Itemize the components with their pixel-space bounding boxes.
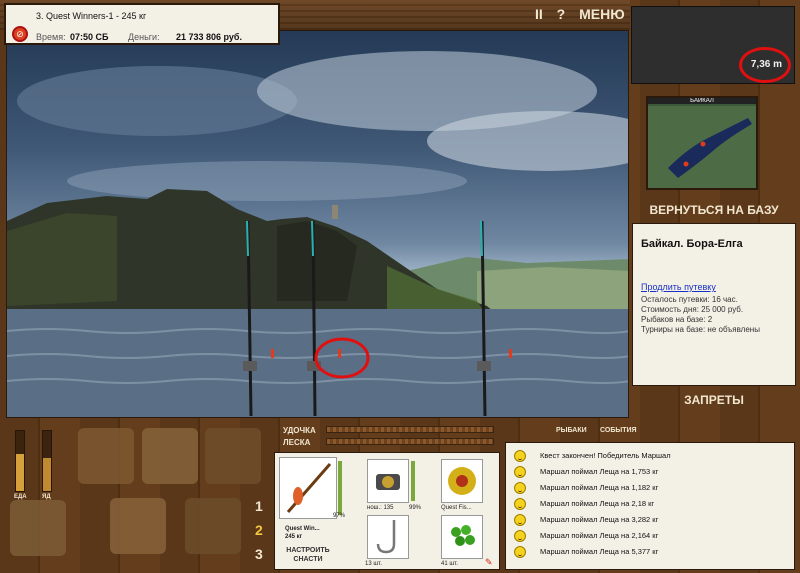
gear-panel: 97% Quest Win... 245 кг НАСТРОИТЬ СНАСТИ… (274, 452, 500, 570)
slot-1-button[interactable]: 1 (255, 498, 263, 514)
smiley-icon (514, 530, 526, 542)
event-item: Маршал поймал Леща на 2,164 кг (514, 528, 792, 543)
event-text: Маршал поймал Леща на 1,753 кг (540, 467, 659, 476)
rod-tension-bar (326, 426, 494, 433)
tournament-title[interactable]: 3. Quest Winners-1 - 245 кг (36, 11, 146, 21)
fishers-on-base: Рыбаков на базе: 2 (641, 315, 713, 324)
float-2 (338, 349, 341, 358)
food-gauge-fill (16, 453, 24, 491)
smiley-icon (514, 482, 526, 494)
base-tournaments: Турниры на базе: не объявлены (641, 325, 760, 334)
backpack-icon[interactable] (142, 428, 198, 484)
reel-condition-bar (411, 461, 415, 501)
rod-condition-bar (338, 461, 342, 515)
tackle-box-icon[interactable] (78, 428, 134, 484)
line-tension-bar (326, 438, 494, 445)
setup-tackle-button[interactable]: НАСТРОИТЬ СНАСТИ (279, 546, 337, 564)
bait-caption: 41 шт. (441, 561, 458, 567)
cast-distance: 7,36 m (750, 59, 782, 70)
reel-slot[interactable] (367, 459, 409, 503)
bait-slot[interactable] (441, 515, 483, 559)
event-item: Маршал поймал Леща на 2,18 кг (514, 496, 792, 511)
event-text: Маршал поймал Леща на 3,282 кг (540, 515, 659, 524)
line-spool-icon (448, 467, 476, 495)
smiley-icon (514, 546, 526, 558)
time-value: 07:50 СБ (70, 32, 109, 42)
smiley-icon (514, 450, 526, 462)
trip-left: Осталось путевки: 16 час. (641, 295, 738, 304)
day-cost: Стоимость дня: 25 000 руб. (641, 305, 744, 314)
map-graphic (648, 106, 756, 188)
extend-trip-link[interactable]: Продлить путевку (641, 282, 716, 292)
peas-bait-icon (451, 525, 475, 546)
event-text: Маршал поймал Леща на 2,164 кг (540, 531, 659, 540)
slot-2-button[interactable]: 2 (255, 522, 263, 538)
event-text: Маршал поймал Леща на 1,182 кг (540, 483, 659, 492)
hook-icon (376, 520, 396, 554)
reel-caption: нош.: 135 (367, 505, 394, 511)
money-label: Деньги: (128, 32, 160, 42)
hook-caption: 13 шт. (365, 561, 382, 567)
line-caption: Quest Fis... (441, 505, 472, 511)
hook-slot[interactable] (367, 515, 409, 559)
base-info-panel: Байкал. Бора-Елга Продлить путевку Остал… (632, 223, 796, 386)
menu-button[interactable]: МЕНЮ (579, 6, 625, 22)
lake-map[interactable]: БАЙКАЛ (646, 96, 758, 190)
time-label: Время: (36, 32, 66, 42)
event-text: Маршал поймал Леща на 2,18 кг (540, 499, 655, 508)
bans-button[interactable]: ЗАПРЕТЫ (632, 389, 796, 411)
no-entry-icon[interactable]: ⊘ (12, 26, 28, 42)
pause-button[interactable]: II (535, 6, 543, 22)
rod-slot[interactable] (279, 457, 337, 519)
smiley-icon (514, 466, 526, 478)
money-value: 21 733 806 руб. (176, 32, 242, 42)
shelter-icon[interactable] (205, 428, 261, 484)
map-title: БАЙКАЛ (648, 98, 756, 104)
event-text: Маршал поймал Леща на 5,377 кг (540, 547, 659, 556)
event-item: Маршал поймал Леща на 1,753 кг (514, 464, 792, 479)
events-panel: Квест закончен! Победитель Маршал Маршал… (505, 442, 795, 570)
distance-panel: 7,36 m (631, 6, 795, 84)
tab-events[interactable]: СОБЫТИЯ (600, 427, 637, 434)
hunger-gauges: ЕДА ЯД (12, 430, 60, 510)
bucket-icon[interactable] (110, 498, 166, 554)
help-button[interactable]: ? (557, 6, 566, 22)
rod-name: Quest Win... (285, 526, 320, 532)
float-1 (271, 349, 274, 358)
info-panel: 3. Quest Winners-1 - 245 кг ⊘ Время: 07:… (4, 3, 280, 45)
rod-weight: 245 кг (285, 534, 303, 540)
event-text: Квест закончен! Победитель Маршал (540, 451, 671, 460)
rod-icon (286, 463, 332, 513)
poison-gauge (42, 430, 52, 492)
reel-percent: 99% (409, 505, 422, 511)
rod-tension-label: УДОЧКА (283, 426, 316, 435)
event-item: Маршал поймал Леща на 3,282 кг (514, 512, 792, 527)
line-tension-label: ЛЕСКА (283, 438, 311, 447)
fishing-scene[interactable] (6, 30, 629, 418)
slot-3-button[interactable]: 3 (255, 546, 263, 562)
top-controls: II ? МЕНЮ (535, 6, 635, 22)
float-3 (509, 349, 512, 358)
base-name: Байкал. Бора-Елга (641, 238, 743, 250)
bait-bowl-icon[interactable] (10, 500, 66, 556)
smiley-icon (514, 514, 526, 526)
back-to-base-button[interactable]: ВЕРНУТЬСЯ НА БАЗУ (632, 199, 796, 221)
scene-graphic (7, 51, 628, 417)
event-item: Маршал поймал Леща на 1,182 кг (514, 480, 792, 495)
rod-percent: 97% (333, 513, 346, 519)
event-item: Маршал поймал Леща на 5,377 кг (514, 544, 792, 559)
keepnet-icon[interactable] (185, 498, 241, 554)
poison-gauge-fill (43, 458, 51, 491)
reel-icon (376, 474, 400, 490)
smiley-icon (514, 498, 526, 510)
line-slot[interactable] (441, 459, 483, 503)
tab-fishers[interactable]: РЫБАКИ (556, 427, 587, 434)
bait-menu-icon[interactable]: ✎ (485, 557, 493, 568)
event-item: Квест закончен! Победитель Маршал (514, 448, 792, 463)
food-gauge (15, 430, 25, 492)
